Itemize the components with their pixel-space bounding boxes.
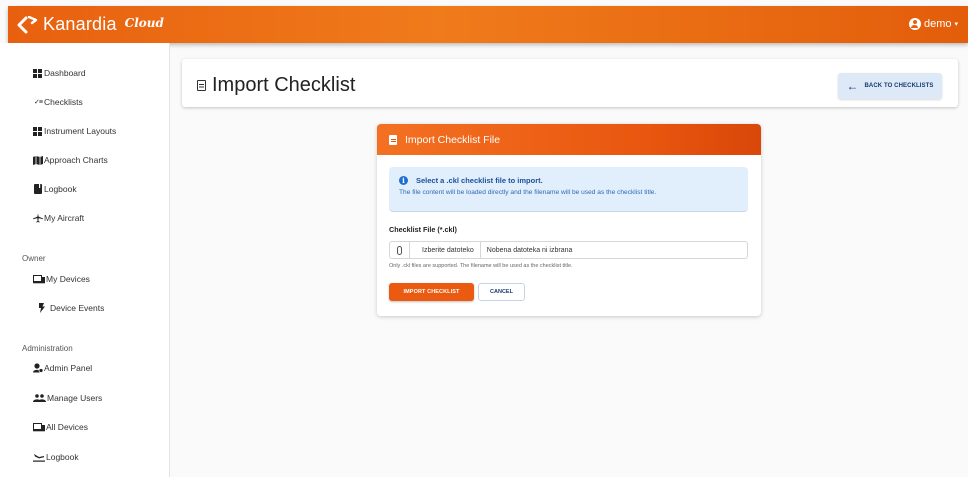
sidebar-item-label: Manage Users <box>47 393 103 403</box>
info-alert: i Select a .ckl checklist file to import… <box>389 167 748 212</box>
paperclip-icon <box>390 242 410 258</box>
sidebar-item-label: Logbook <box>46 452 79 462</box>
dashboard-icon <box>33 68 43 78</box>
airplane-icon <box>33 213 43 223</box>
file-icon <box>389 134 397 145</box>
sidebar-item-admin-logbook[interactable]: Logbook <box>33 452 79 462</box>
sidebar-item-manage-users[interactable]: Manage Users <box>33 393 102 403</box>
cancel-button[interactable]: CANCEL <box>478 283 525 301</box>
sidebar-item-my-aircraft[interactable]: My Aircraft <box>33 213 84 223</box>
layout-icon <box>33 126 43 136</box>
file-import-icon <box>197 80 206 91</box>
back-to-checklists-button[interactable]: ← BACK TO CHECKLISTS <box>838 73 942 99</box>
import-checklist-button[interactable]: IMPORT CHECKLIST <box>389 283 474 301</box>
checklist-icon: ✓≡ <box>34 99 43 106</box>
kanardia-logo-icon <box>16 15 38 34</box>
file-input[interactable]: Izberite datoteko Nobena datoteka ni izb… <box>389 241 748 259</box>
sidebar-item-label: Checklists <box>44 97 83 107</box>
choose-file-button[interactable]: Izberite datoteko <box>410 242 481 258</box>
flight-log-icon <box>33 452 45 462</box>
back-button-label: BACK TO CHECKLISTS <box>864 83 934 89</box>
import-checklist-card: Import Checklist File i Select a .ckl ch… <box>377 124 761 316</box>
chevron-down-icon: ▾ <box>954 21 958 28</box>
sidebar-item-device-events[interactable]: Device Events <box>36 303 104 313</box>
book-icon <box>33 184 43 194</box>
sidebar-item-approach-charts[interactable]: Approach Charts <box>33 155 108 165</box>
info-icon: i <box>399 176 408 185</box>
info-title: Select a .ckl checklist file to import. <box>416 176 543 185</box>
sidebar-item-label: Admin Panel <box>44 363 93 373</box>
sidebar-item-logbook[interactable]: Logbook <box>33 184 77 194</box>
file-hint: Only .ckl files are supported. The filen… <box>389 263 573 269</box>
sidebar-item-label: Instrument Layouts <box>44 126 117 136</box>
card-header: Import Checklist File <box>377 124 761 155</box>
sidebar-item-label: Device Events <box>50 303 105 313</box>
brand-suffix: Cloud <box>124 15 164 30</box>
page-title-text: Import Checklist <box>212 74 356 96</box>
sidebar-item-label: Dashboard <box>44 68 86 78</box>
sidebar-item-my-devices[interactable]: My Devices <box>33 274 90 284</box>
section-title-owner: Owner <box>22 254 46 263</box>
admin-icon <box>33 363 43 373</box>
checklist-file-label: Checklist File (*.ckl) <box>389 225 457 234</box>
sidebar-item-all-devices[interactable]: All Devices <box>33 422 88 432</box>
sidebar-item-admin-panel[interactable]: Admin Panel <box>33 363 92 373</box>
sidebar-item-instrument-layouts[interactable]: Instrument Layouts <box>33 126 116 136</box>
page-header: Import Checklist ← BACK TO CHECKLISTS <box>182 59 958 107</box>
brand-logo[interactable]: Kanardia Cloud <box>16 14 164 35</box>
user-avatar-icon <box>908 18 921 30</box>
sidebar-item-label: My Aircraft <box>44 213 85 223</box>
section-title-administration: Administration <box>22 344 73 353</box>
devices-icon <box>33 274 45 284</box>
sidebar: Dashboard ✓≡ Checklists Instrument Layou… <box>0 43 170 477</box>
page-title: Import Checklist <box>197 74 355 97</box>
map-icon <box>33 155 43 165</box>
top-navbar: Kanardia Cloud demo ▾ <box>8 6 968 43</box>
brand-name: Kanardia <box>43 14 117 34</box>
card-title: Import Checklist File <box>405 133 501 146</box>
sidebar-item-label: All Devices <box>46 422 89 432</box>
sidebar-item-label: Logbook <box>44 184 77 194</box>
info-text: The file content will be loaded directly… <box>399 189 657 196</box>
user-menu[interactable]: demo ▾ <box>908 18 958 30</box>
sidebar-item-label: Approach Charts <box>44 155 108 165</box>
file-name-display: Nobena datoteka ni izbrana <box>486 246 573 254</box>
devices-icon <box>33 422 45 432</box>
bolt-icon <box>36 303 46 313</box>
sidebar-item-checklists[interactable]: ✓≡ Checklists <box>33 97 83 107</box>
sidebar-item-label: My Devices <box>46 274 90 284</box>
users-icon <box>33 393 46 403</box>
user-name: demo <box>923 18 952 30</box>
sidebar-item-dashboard[interactable]: Dashboard <box>33 68 86 78</box>
arrow-left-icon: ← <box>846 79 859 93</box>
